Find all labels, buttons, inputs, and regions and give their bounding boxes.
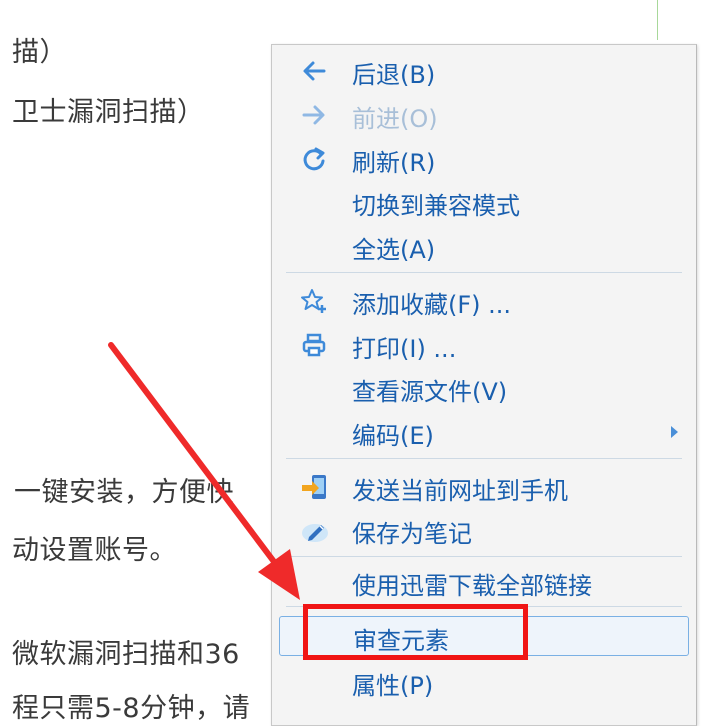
annotation-arrow-icon [108, 342, 300, 600]
